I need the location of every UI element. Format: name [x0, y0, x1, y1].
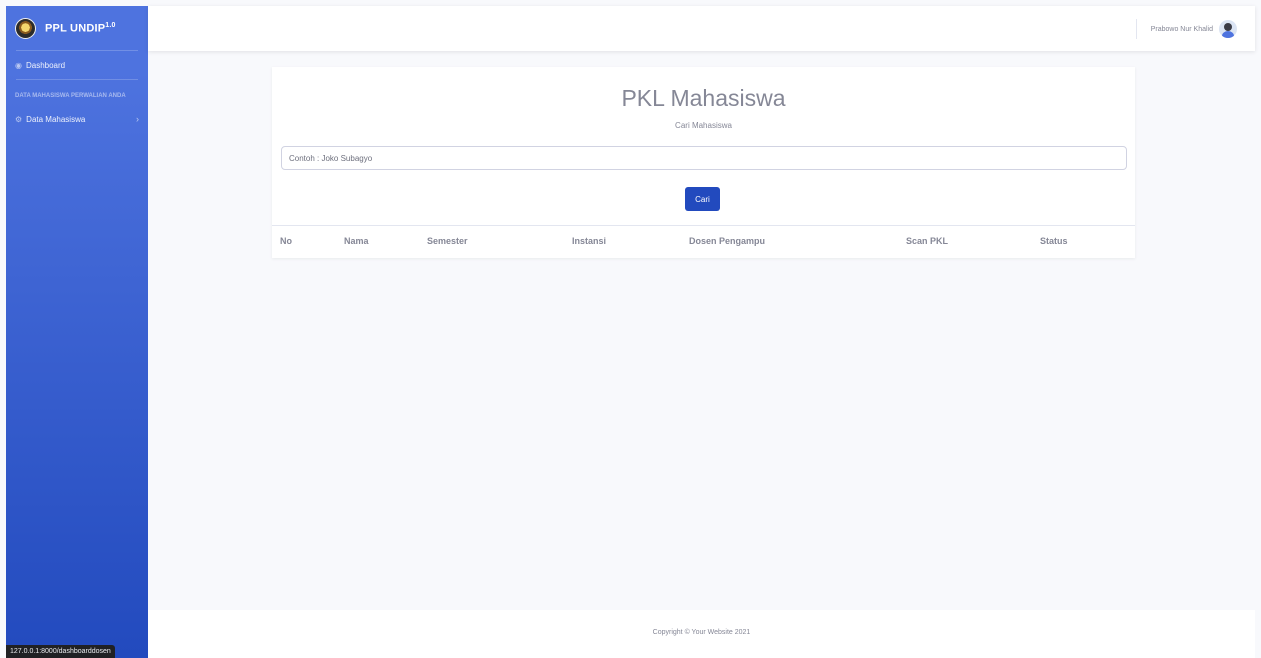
undip-logo [15, 17, 36, 39]
column-header-nama: Nama [344, 236, 369, 246]
column-header-semester: Semester [427, 236, 468, 246]
search-button[interactable]: Cari [685, 187, 720, 211]
topbar: Prabowo Nur Khalid [148, 6, 1255, 51]
browser-status-url: 127.0.0.1:8000/dashboarddosen [6, 645, 115, 658]
column-header-instansi: Instansi [572, 236, 607, 246]
column-header-status: Status [1040, 236, 1068, 246]
user-name: Prabowo Nur Khalid [1150, 25, 1213, 33]
user-menu[interactable]: Prabowo Nur Khalid [1135, 19, 1237, 39]
copyright-text: Copyright © Your Website 2021 [652, 629, 751, 636]
sidebar-item-label: Data Mahasiswa [26, 114, 86, 124]
chevron-right-icon: › [136, 114, 139, 124]
column-header-no: No [280, 236, 292, 246]
sidebar: PPL UNDIP1.0 ◉ Dashboard DATA MAHASISWA … [6, 6, 148, 658]
sidebar-brand[interactable]: PPL UNDIP1.0 [6, 6, 148, 50]
pkl-card: PKL Mahasiswa Cari Mahasiswa Cari No Nam… [272, 67, 1135, 258]
footer: Copyright © Your Website 2021 [148, 610, 1255, 658]
brand-version: 1.0 [105, 21, 116, 29]
column-header-dosen-pengampu: Dosen Pengampu [689, 236, 766, 246]
column-header-scan-pkl: Scan PKL [906, 236, 949, 246]
sidebar-item-label: Dashboard [25, 60, 66, 70]
page-subtitle: Cari Mahasiswa [675, 121, 732, 130]
dashboard-icon: ◉ [15, 60, 22, 70]
table-header: No Nama Semester Instansi Dosen Pengampu… [272, 225, 1135, 258]
sidebar-item-data-mahasiswa[interactable]: ⚙ Data Mahasiswa › [6, 105, 148, 133]
sidebar-item-dashboard[interactable]: ◉ Dashboard [6, 51, 148, 79]
gear-icon: ⚙ [15, 114, 23, 124]
page-title: PKL Mahasiswa [621, 85, 786, 111]
avatar[interactable] [1219, 20, 1237, 38]
brand-name: PPL UNDIP [45, 22, 106, 35]
sidebar-heading: DATA MAHASISWA PERWALIAN ANDA [15, 93, 126, 99]
search-input[interactable] [281, 146, 1127, 170]
